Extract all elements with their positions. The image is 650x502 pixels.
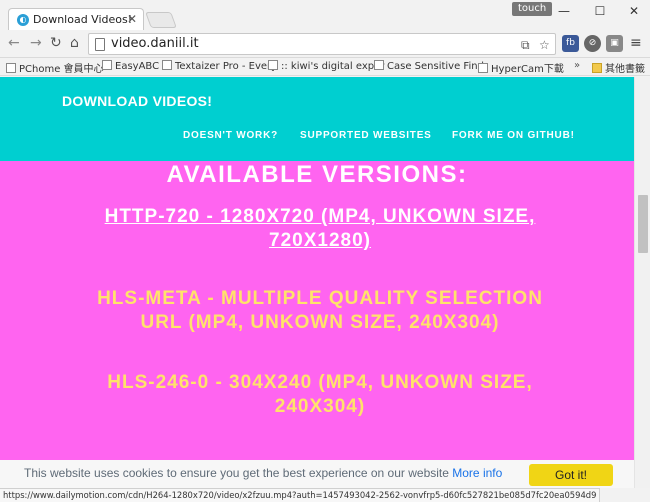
other-bookmarks-folder[interactable]: 其他書籤 (592, 60, 645, 75)
site-brand[interactable]: DOWNLOAD VIDEOS! (62, 93, 212, 109)
bookmark-textaizer[interactable]: Textaizer Pro - Every (162, 60, 277, 72)
bookmark-kiwi[interactable]: :: kiwi's digital exper (268, 60, 384, 72)
minimize-icon[interactable]: — (554, 4, 574, 18)
status-url: https://www.dailymotion.com/cdn/H264-128… (3, 490, 597, 500)
nav-fork-github[interactable]: FORK ME ON GITHUB! (452, 130, 575, 141)
close-window-icon[interactable]: ✕ (624, 4, 644, 18)
version-hls-246-0: HLS-246-0 - 304X240 (MP4, UNKOWN SIZE, 2… (107, 372, 533, 417)
bookmark-easyabc[interactable]: EasyABC (102, 60, 159, 72)
bookmark-pchome[interactable]: PChome 會員中心 (6, 60, 104, 75)
site-favicon-icon: ◐ (17, 14, 29, 26)
back-icon[interactable]: ← (8, 35, 20, 51)
chrome-menu-icon[interactable]: ≡ (630, 35, 642, 51)
bookmark-icon (268, 60, 278, 70)
bookmark-icon (102, 60, 112, 70)
bookmark-case-sensitive-find[interactable]: Case Sensitive Find (374, 60, 484, 72)
page-info-icon[interactable] (95, 38, 105, 51)
web-page: DOWNLOAD VIDEOS! DOESN'T WORK? SUPPORTED… (0, 77, 634, 488)
address-bar-url[interactable]: video.daniil.it (111, 36, 199, 51)
status-bar: https://www.dailymotion.com/cdn/H264-128… (0, 488, 600, 502)
site-header: DOWNLOAD VIDEOS! DOESN'T WORK? SUPPORTED… (0, 77, 634, 161)
new-tab-button[interactable] (145, 12, 177, 28)
close-tab-icon[interactable]: ✕ (127, 12, 137, 26)
cookie-message: This website uses cookies to ensure you … (24, 466, 503, 480)
folder-icon (592, 63, 602, 73)
bookmark-icon (6, 63, 16, 73)
translate-icon[interactable]: ⧉ (521, 38, 530, 53)
bookmark-icon (374, 60, 384, 70)
title-bar: ◐ Download Videos! ✕ touch — ☐ ✕ (0, 0, 650, 30)
tab-title: Download Videos! (33, 13, 133, 26)
reload-icon[interactable]: ↻ (50, 35, 62, 51)
nav-supported-websites[interactable]: SUPPORTED WEBSITES (300, 130, 432, 141)
nav-doesnt-work[interactable]: DOESN'T WORK? (183, 130, 278, 141)
bookmarks-bar: PChome 會員中心 EasyABC Textaizer Pro - Ever… (0, 58, 650, 76)
page-title: AVAILABLE VERSIONS: (166, 161, 468, 188)
browser-tab[interactable]: ◐ Download Videos! ✕ (8, 8, 144, 30)
forward-icon[interactable]: → (30, 35, 42, 51)
bookmark-hypercam[interactable]: HyperCam下載 (478, 60, 564, 75)
version-http-720[interactable]: HTTP-720 - 1280X720 (MP4, UNKOWN SIZE, 7… (60, 205, 580, 253)
facebook-extension-icon[interactable]: fb (562, 35, 579, 52)
maximize-icon[interactable]: ☐ (590, 4, 610, 18)
bookmarks-overflow-icon[interactable]: » (574, 60, 580, 71)
bookmark-icon (478, 63, 488, 73)
address-bar[interactable]: video.daniil.it ⧉ ☆ (88, 33, 556, 55)
cookie-banner: This website uses cookies to ensure you … (0, 460, 634, 488)
more-info-link[interactable]: More info (452, 466, 502, 480)
puzzle-extension-icon[interactable]: ▣ (606, 35, 623, 52)
bookmark-star-icon[interactable]: ☆ (539, 38, 550, 52)
got-it-button[interactable]: Got it! (529, 464, 613, 486)
page-scrollbar[interactable] (634, 77, 650, 488)
touch-badge: touch (512, 2, 553, 16)
bookmark-icon (162, 60, 172, 70)
browser-toolbar: ← → ↻ ⌂ video.daniil.it ⧉ ☆ fb ⊘ ▣ ≡ (0, 30, 650, 58)
home-icon[interactable]: ⌂ (70, 35, 79, 51)
version-hls-meta: HLS-META - MULTIPLE QUALITY SELECTION UR… (97, 288, 543, 333)
compass-extension-icon[interactable]: ⊘ (584, 35, 601, 52)
scrollbar-thumb[interactable] (638, 195, 648, 253)
